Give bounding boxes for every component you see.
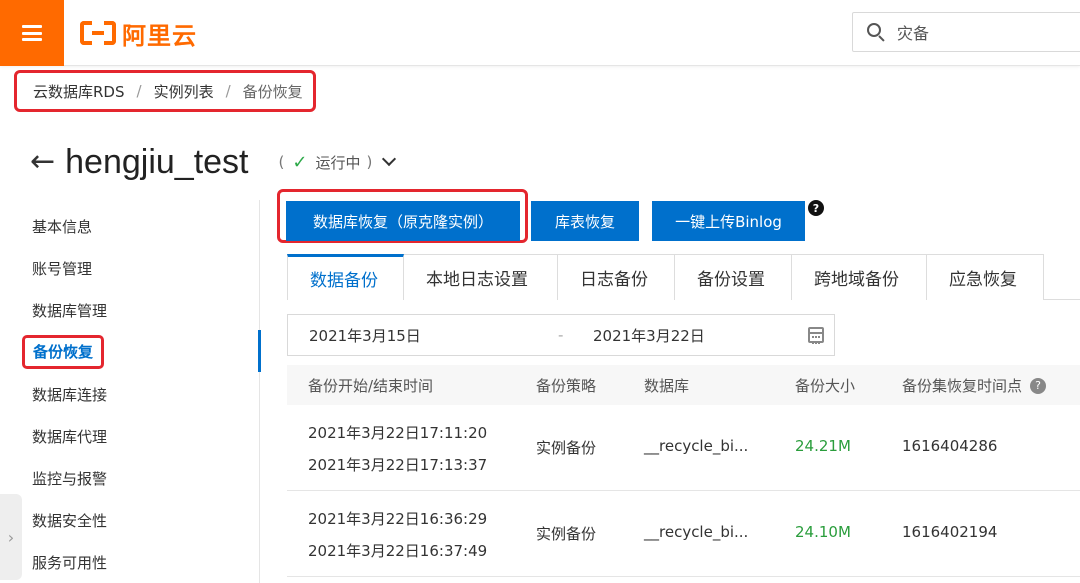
search-icon[interactable] [867, 23, 885, 42]
backup-policy: 实例备份 [536, 525, 597, 543]
tab-backup-settings[interactable]: 备份设置 [674, 254, 792, 300]
sidebar-active-indicator [258, 330, 261, 372]
table-row: 2021年3月22日17:11:20 2021年3月22日17:13:37 实例… [287, 405, 1080, 491]
status-paren-close: ) [366, 153, 373, 171]
tab-cross-region-backup[interactable]: 跨地域备份 [791, 254, 927, 300]
status-text: 运行中 [315, 153, 361, 172]
top-bar: 阿里云 灾备 [0, 0, 1080, 66]
tab-local-log-settings[interactable]: 本地日志设置 [403, 254, 558, 300]
upload-binlog-button[interactable]: 一键上传Binlog [652, 201, 805, 241]
chevron-down-icon[interactable] [382, 151, 397, 167]
status-badge[interactable]: ( ✓ 运行中 ) [278, 151, 397, 173]
chevron-right-icon: › [7, 527, 15, 547]
breadcrumb-separator: / [136, 82, 142, 100]
tab-data-backup[interactable]: 数据备份 [287, 254, 404, 301]
sidebar-item-monitoring[interactable]: 监控与报警 [32, 468, 107, 490]
search-input[interactable]: 灾备 [852, 12, 1080, 52]
back-arrow-icon[interactable]: ← [30, 147, 55, 177]
help-icon[interactable]: ? [808, 200, 824, 216]
sidebar-item-availability[interactable]: 服务可用性 [32, 552, 107, 574]
sidebar-collapse-handle[interactable]: › [0, 494, 22, 580]
column-header-restore-point-label: 备份集恢复时间点 [902, 377, 1023, 395]
table-row: 2021年3月22日16:36:29 2021年3月22日16:37:49 实例… [287, 491, 1080, 577]
tab-bar: 数据备份 本地日志设置 日志备份 备份设置 跨地域备份 应急恢复 [287, 254, 1080, 301]
sidebar-item-accounts[interactable]: 账号管理 [32, 258, 92, 280]
breadcrumb-item-instances[interactable]: 实例列表 [154, 81, 214, 102]
breadcrumb-separator: / [225, 82, 231, 100]
date-separator: - [558, 326, 564, 344]
date-end[interactable]: 2021年3月22日 [593, 325, 705, 346]
tab-log-backup[interactable]: 日志备份 [557, 254, 675, 300]
backup-size: 24.10M [795, 523, 851, 541]
table-header: 备份开始/结束时间 备份策略 数据库 备份大小 备份集恢复时间点? [287, 365, 1080, 405]
backup-start-time: 2021年3月22日16:36:29 [308, 510, 488, 528]
sidebar-item-connection[interactable]: 数据库连接 [32, 384, 107, 406]
sidebar-item-databases[interactable]: 数据库管理 [32, 300, 107, 322]
search-value[interactable]: 灾备 [897, 20, 929, 44]
help-icon[interactable]: ? [1030, 377, 1047, 394]
backup-size: 24.21M [795, 437, 851, 455]
backup-start-time: 2021年3月22日17:11:20 [308, 424, 488, 442]
sidebar-item-proxy[interactable]: 数据库代理 [32, 426, 107, 448]
breadcrumb-item-rds[interactable]: 云数据库RDS [33, 81, 125, 102]
breadcrumb: 云数据库RDS / 实例列表 / 备份恢复 [14, 70, 316, 112]
page-title: hengjiu_test [65, 142, 249, 181]
column-header-policy: 备份策略 [536, 377, 597, 395]
sidebar-item-security[interactable]: 数据安全性 [32, 510, 107, 532]
table-restore-button[interactable]: 库表恢复 [531, 201, 639, 241]
column-header-size: 备份大小 [795, 377, 856, 395]
column-header-restore-point: 备份集恢复时间点? [902, 375, 1047, 396]
calendar-icon[interactable] [808, 327, 824, 344]
aliyun-logo[interactable]: 阿里云 [80, 17, 197, 50]
status-paren-open: ( [278, 153, 285, 171]
column-header-database: 数据库 [644, 377, 690, 395]
backup-database: __recycle_bi... [644, 523, 749, 541]
page-header: ← hengjiu_test ( ✓ 运行中 ) [30, 140, 397, 184]
backup-policy: 实例备份 [536, 439, 597, 457]
date-start[interactable]: 2021年3月15日 [309, 325, 421, 346]
menu-button[interactable] [0, 0, 64, 66]
logo-text: 阿里云 [122, 21, 197, 50]
sidebar-divider [259, 200, 260, 583]
backup-end-time: 2021年3月22日17:13:37 [308, 456, 488, 474]
restore-point: 1616402194 [902, 523, 998, 541]
aliyun-logo-icon [80, 21, 116, 45]
column-header-time: 备份开始/结束时间 [308, 377, 434, 395]
restore-point: 1616404286 [902, 437, 998, 455]
backup-database: __recycle_bi... [644, 437, 749, 455]
backup-end-time: 2021年3月22日16:37:49 [308, 542, 488, 560]
hamburger-icon [22, 25, 42, 41]
sidebar-item-basic-info[interactable]: 基本信息 [32, 216, 92, 238]
breadcrumb-item-current: 备份恢复 [242, 82, 303, 101]
check-icon: ✓ [292, 151, 308, 173]
tab-emergency-restore[interactable]: 应急恢复 [926, 254, 1044, 300]
database-restore-button[interactable]: 数据库恢复（原克隆实例） [286, 201, 520, 241]
sidebar-item-backup-restore[interactable]: 备份恢复 [22, 335, 105, 369]
date-range-picker[interactable]: 2021年3月15日 - 2021年3月22日 [287, 314, 835, 356]
